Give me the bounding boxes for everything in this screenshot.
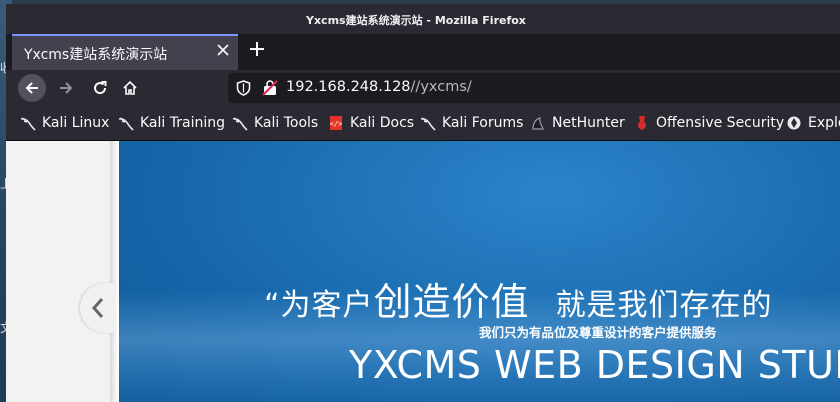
page-left-margin [6,141,110,402]
tab-title: Yxcms建站系统演示站 [24,47,168,63]
bookmark-nethunter[interactable]: NetHunter [530,114,625,132]
window-title: Yxcms建站系统演示站 - Mozilla Firefox [306,14,526,27]
bookmark-label: Kali Docs [350,115,415,131]
firefox-window: Yxcms建站系统演示站 - Mozilla Firefox Yxcms建站系统… [6,4,840,402]
bookmark-exploit-db[interactable]: Explo [786,114,840,132]
bookmark-label: Kali Forums [442,115,524,131]
svg-text:</>: </> [330,120,343,128]
reload-button[interactable] [86,74,114,102]
hero-slogan: “为客户创造价值 就是我们存在的 [264,271,773,326]
hero-subtitle: 我们只为有品位及尊重设计的客户提供服务 [479,325,717,340]
shield-icon[interactable] [236,80,251,100]
kali-dragon-icon [420,117,436,131]
bookmark-kali-forums[interactable]: Kali Forums [420,114,523,132]
bookmark-kali-linux[interactable]: Kali Linux [20,114,109,132]
forward-button[interactable] [52,74,80,102]
chevron-left-icon [91,298,104,318]
page-left-edge [110,141,118,402]
kali-docs-icon: </> [330,116,343,130]
offsec-icon [637,116,647,130]
bookmark-label: Explo [808,115,840,131]
bookmark-label: NetHunter [552,115,625,131]
kali-dragon-icon [20,117,36,131]
slogan-highlight: 创造价值 [373,280,530,324]
bookmarks-toolbar: Kali Linux Kali Training Kali Tools </> … [6,106,840,141]
url-path: //yxcms/ [410,79,472,95]
bookmark-kali-training[interactable]: Kali Training [118,114,225,132]
bookmark-label: Kali Tools [254,115,319,131]
nethunter-icon [532,117,544,130]
url-host: 192.168.248.128 [286,79,411,95]
hero-banner: “为客户创造价值 就是我们存在的 我们只为有品位及尊重设计的客户提供服务 YXCM… [119,141,840,402]
plus-icon [250,42,264,56]
bookmark-kali-tools[interactable]: Kali Tools [232,114,318,132]
kali-dragon-icon [118,117,134,131]
url-text[interactable]: 192.168.248.128//yxcms/ [286,79,472,95]
exploit-db-icon [787,116,801,130]
bookmark-label: Kali Linux [42,115,110,131]
arrow-left-icon [25,82,38,94]
slogan-tail: 就是我们存在的 [555,288,773,323]
bookmark-label: Offensive Security [656,115,785,131]
slogan-open: “为客户 [264,288,374,323]
tab-strip: Yxcms建站系统演示站 [6,34,840,70]
hero-studio-heading: YXCMS WEB DESIGN STUDI [349,343,840,387]
insecure-lock-icon[interactable] [262,79,278,101]
tab-active[interactable]: Yxcms建站系统演示站 [12,34,238,70]
page-content: “为客户创造价值 就是我们存在的 我们只为有品位及尊重设计的客户提供服务 YXCM… [6,141,840,402]
navigation-toolbar: 192.168.248.128//yxcms/ [6,70,840,106]
bookmark-kali-docs[interactable]: </> Kali Docs [328,114,414,132]
home-button[interactable] [116,74,144,102]
back-button[interactable] [18,74,46,102]
new-tab-button[interactable] [246,40,268,62]
title-bar[interactable]: Yxcms建站系统演示站 - Mozilla Firefox [6,4,840,34]
arrow-right-icon [60,82,73,94]
kali-dragon-icon [232,117,248,131]
close-icon[interactable] [216,44,230,58]
home-icon [123,80,137,95]
url-bar[interactable]: 192.168.248.128//yxcms/ [228,73,840,103]
bookmark-label: Kali Training [140,115,225,131]
bookmark-offensive-security[interactable]: Offensive Security [634,114,784,132]
reload-icon [94,81,107,95]
